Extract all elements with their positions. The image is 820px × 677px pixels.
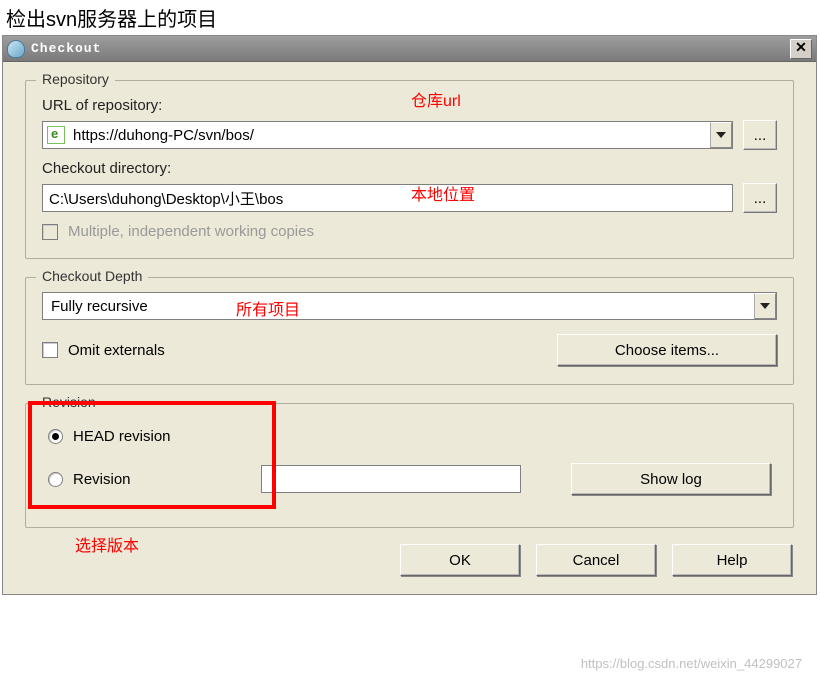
multi-checkbox xyxy=(42,224,58,240)
choose-items-button[interactable]: Choose items... xyxy=(557,334,777,366)
depth-legend: Checkout Depth xyxy=(36,268,148,284)
window-title: Checkout xyxy=(31,41,790,56)
revision-radio-row[interactable]: Revision Show log xyxy=(48,463,771,495)
depth-value: Fully recursive xyxy=(51,298,148,315)
repository-legend: Repository xyxy=(36,71,115,87)
url-combo[interactable]: https://duhong-PC/svn/bos/ xyxy=(42,121,733,149)
depth-group: Checkout Depth Fully recursive Omit exte… xyxy=(25,277,794,385)
chevron-down-icon[interactable] xyxy=(710,122,732,148)
repository-group: Repository URL of repository: https://du… xyxy=(25,80,794,259)
multi-checkbox-row: Multiple, independent working copies xyxy=(42,223,777,240)
depth-combo[interactable]: Fully recursive xyxy=(42,292,777,320)
dialog-body: Repository URL of repository: https://du… xyxy=(3,62,816,594)
titlebar: Checkout ✕ xyxy=(3,36,816,62)
revision-label: Revision xyxy=(73,471,131,488)
help-button[interactable]: Help xyxy=(672,544,792,576)
globe-icon xyxy=(47,126,65,144)
checkout-dialog: Checkout ✕ Repository URL of repository:… xyxy=(2,35,817,595)
dir-value: C:\Users\duhong\Desktop\小王\bos xyxy=(49,188,283,209)
dir-browse-button[interactable]: ... xyxy=(743,183,777,213)
revision-group: Revision HEAD revision Revision Show log xyxy=(25,403,794,528)
revision-input[interactable] xyxy=(261,465,521,493)
watermark: https://blog.csdn.net/weixin_44299027 xyxy=(581,656,802,671)
url-value: https://duhong-PC/svn/bos/ xyxy=(73,127,254,144)
url-browse-button[interactable]: ... xyxy=(743,120,777,150)
multi-label: Multiple, independent working copies xyxy=(68,223,314,240)
head-label: HEAD revision xyxy=(73,428,171,445)
show-log-button[interactable]: Show log xyxy=(571,463,771,495)
button-bar: OK Cancel Help xyxy=(25,540,794,576)
dir-label: Checkout directory: xyxy=(42,160,777,177)
omit-label: Omit externals xyxy=(68,342,165,359)
chevron-down-icon[interactable] xyxy=(754,293,776,319)
omit-checkbox[interactable] xyxy=(42,342,58,358)
omit-checkbox-row[interactable]: Omit externals xyxy=(42,342,541,359)
close-button[interactable]: ✕ xyxy=(790,39,812,59)
dir-input[interactable]: C:\Users\duhong\Desktop\小王\bos xyxy=(42,184,733,212)
tortoise-icon xyxy=(7,40,25,58)
revision-legend: Revision xyxy=(36,394,102,410)
ok-button[interactable]: OK xyxy=(400,544,520,576)
head-radio[interactable] xyxy=(48,429,63,444)
close-icon: ✕ xyxy=(795,40,807,57)
cancel-button[interactable]: Cancel xyxy=(536,544,656,576)
head-radio-row[interactable]: HEAD revision xyxy=(48,428,771,445)
url-label: URL of repository: xyxy=(42,97,777,114)
page-heading: 检出svn服务器上的项目 xyxy=(0,0,820,35)
revision-radio[interactable] xyxy=(48,472,63,487)
